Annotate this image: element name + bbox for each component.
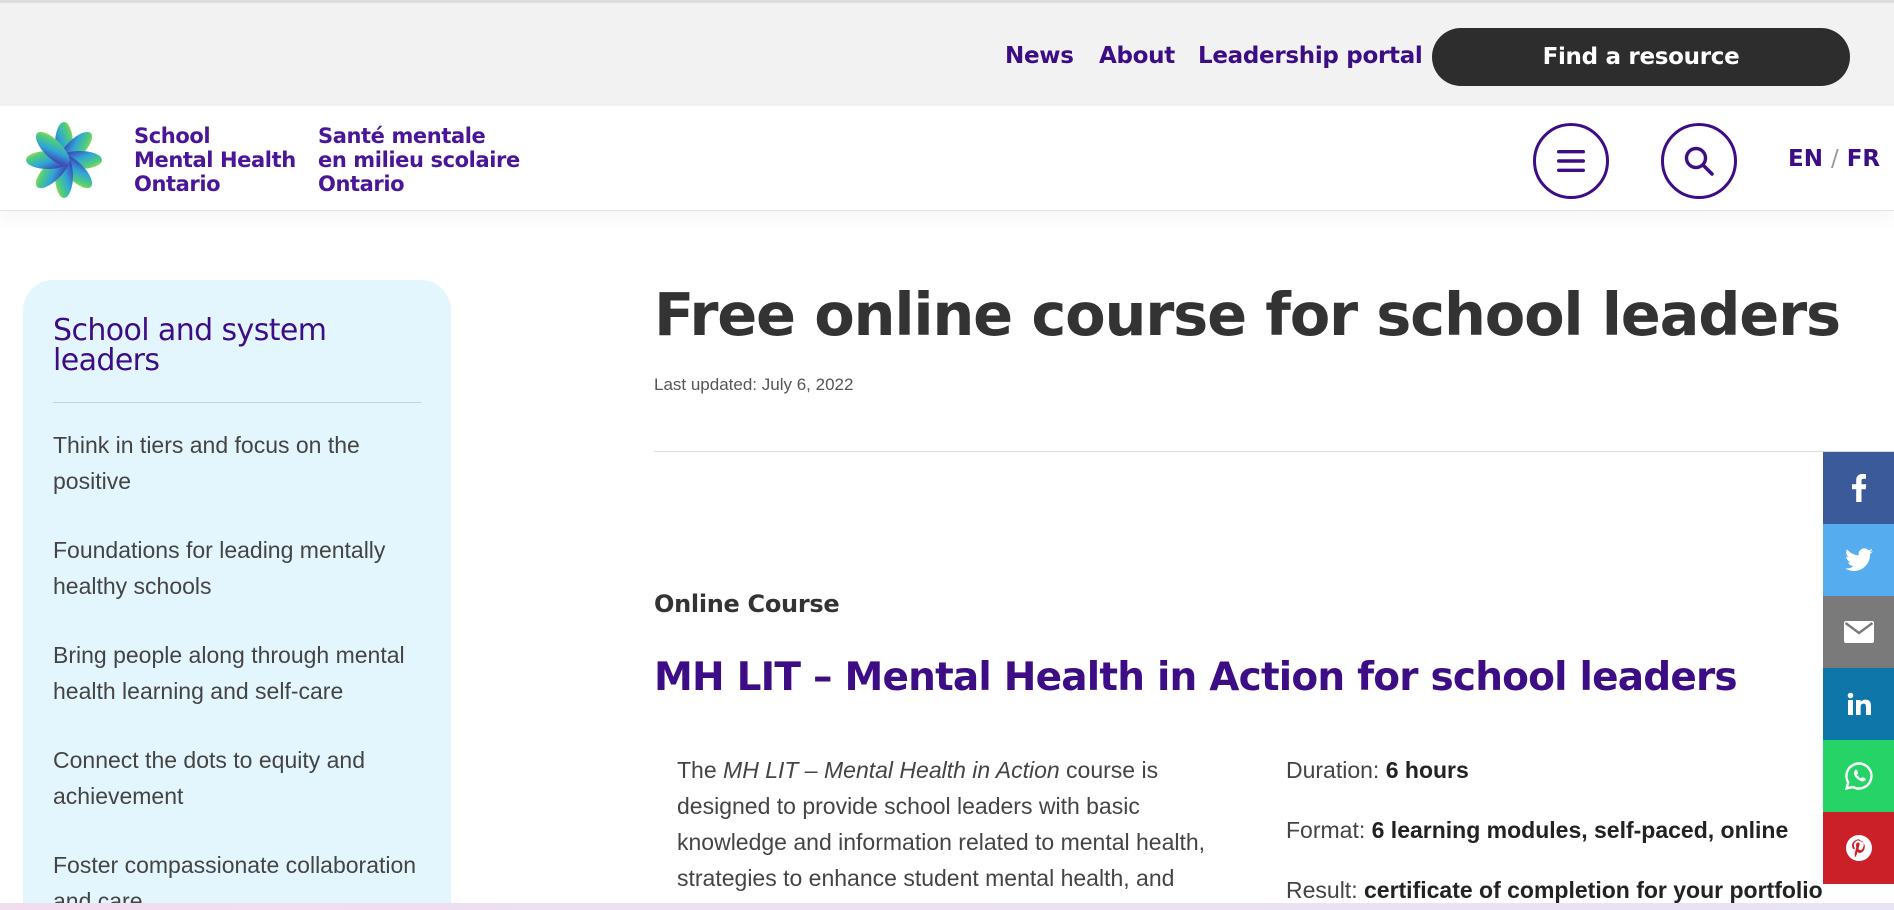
share-email-button[interactable] (1823, 596, 1894, 668)
utility-bar: News About Leadership portal Find a reso… (0, 0, 1894, 106)
section-eyebrow: Online Course (654, 590, 840, 618)
hamburger-icon (1557, 150, 1585, 172)
last-updated: Last updated: July 6, 2022 (654, 375, 854, 394)
whatsapp-icon (1844, 762, 1873, 791)
facebook-icon (1851, 474, 1866, 502)
course-facts: Duration: 6 hours Format: 6 learning mod… (1286, 752, 1846, 910)
pinterest-icon (1845, 835, 1872, 861)
site-header: School Mental Health Ontario Santé menta… (0, 106, 1894, 211)
find-a-resource-button[interactable]: Find a resource (1432, 28, 1850, 86)
course-title: MH LIT – Mental Health in Action for sch… (654, 655, 1738, 700)
share-whatsapp-button[interactable] (1823, 740, 1894, 812)
language-switcher: EN / FR (1788, 146, 1881, 172)
course-description: The MH LIT – Mental Health in Action cou… (677, 757, 1206, 891)
logo-text-en[interactable]: School Mental Health Ontario (134, 124, 296, 196)
lang-fr-link[interactable]: FR (1847, 146, 1880, 172)
logo-flower-icon[interactable] (24, 120, 104, 200)
share-pinterest-button[interactable] (1823, 812, 1894, 884)
sidebar-list: Think in tiers and focus on the positive… (53, 427, 421, 910)
page-title: Free online course for school leaders (654, 280, 1841, 349)
nav-link-news[interactable]: News (1005, 43, 1074, 69)
nav-link-about[interactable]: About (1099, 43, 1175, 69)
share-twitter-button[interactable] (1823, 524, 1894, 596)
menu-button[interactable] (1533, 123, 1609, 199)
share-facebook-button[interactable] (1823, 452, 1894, 524)
divider (654, 451, 1894, 452)
fact-format: Format: 6 learning modules, self-paced, … (1286, 817, 1789, 843)
section-sidebar: School and system leaders Think in tiers… (23, 280, 451, 910)
lang-en-link[interactable]: EN (1788, 146, 1823, 172)
fact-duration: Duration: 6 hours (1286, 757, 1469, 783)
sidebar-item-think-in-tiers[interactable]: Think in tiers and focus on the positive (53, 427, 423, 499)
twitter-icon (1844, 548, 1873, 571)
sidebar-title[interactable]: School and system leaders (53, 316, 421, 403)
logo-text-fr[interactable]: Santé mentale en milieu scolaire Ontario (318, 124, 520, 196)
email-icon (1843, 621, 1874, 643)
search-icon (1684, 146, 1714, 176)
search-button[interactable] (1661, 123, 1737, 199)
bottom-edge (0, 903, 1894, 910)
sidebar-item-bring-people-along[interactable]: Bring people along through mental health… (53, 637, 423, 709)
nav-link-leadership-portal[interactable]: Leadership portal (1198, 43, 1423, 69)
sidebar-item-foster-collaboration[interactable]: Foster compassionate collaboration and c… (53, 847, 423, 910)
sidebar-item-connect-the-dots[interactable]: Connect the dots to equity and achieveme… (53, 742, 423, 814)
linkedin-icon (1847, 692, 1871, 715)
share-linkedin-button[interactable] (1823, 668, 1894, 740)
sidebar-item-foundations[interactable]: Foundations for leading mentally healthy… (53, 532, 423, 604)
